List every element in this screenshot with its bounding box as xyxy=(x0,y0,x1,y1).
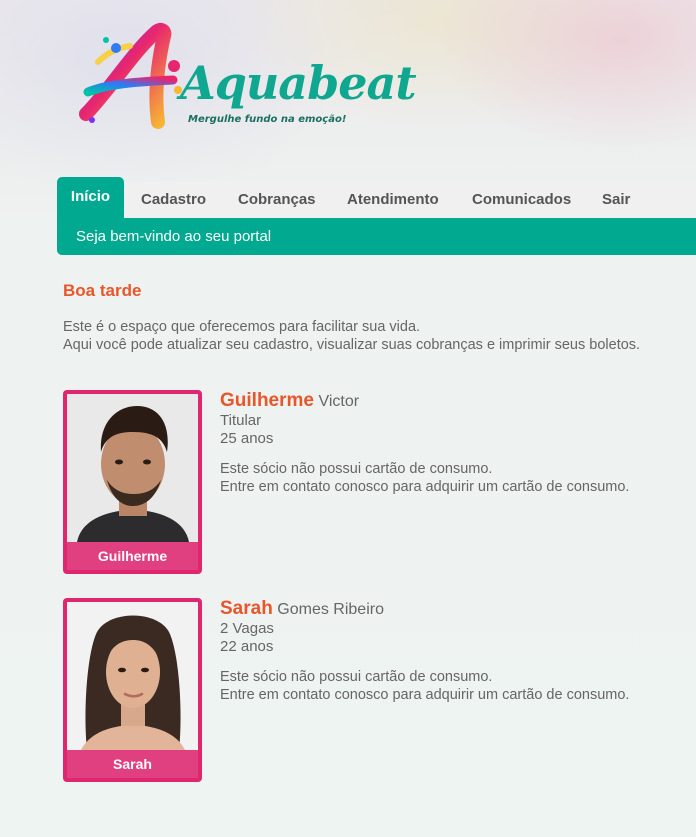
member-photo xyxy=(67,394,198,542)
intro-line-2: Aqui você pode atualizar seu cadastro, v… xyxy=(63,337,641,353)
logo-a-mark-icon xyxy=(79,22,182,129)
tab-inicio[interactable]: Início xyxy=(57,177,124,218)
tab-comunicados[interactable]: Comunicados xyxy=(472,182,571,218)
person-photo-icon xyxy=(67,394,198,542)
member-last-name: Victor xyxy=(318,393,360,410)
member-age: 22 anos xyxy=(220,638,274,655)
brand-name: Aquabeat xyxy=(180,56,417,110)
greeting-heading: Boa tarde xyxy=(63,281,142,300)
member-name: Sarah Gomes Ribeiro xyxy=(220,598,629,620)
intro-text: Este é o espaço que oferecemos para faci… xyxy=(63,318,640,354)
member-age: 25 anos xyxy=(220,430,274,447)
member-card: Sarah Sarah Gomes Ribeiro 2 Vagas 22 ano… xyxy=(63,598,683,783)
person-photo-icon xyxy=(67,602,198,750)
member-card-note: Este sócio não possui cartão de consumo.… xyxy=(220,460,629,496)
brand-tagline: Mergulhe fundo na emoção! xyxy=(188,114,347,125)
member-first-name: Sarah xyxy=(220,598,273,619)
member-note-line-1: Este sócio não possui cartão de consumo. xyxy=(220,669,493,685)
member-first-name: Guilherme xyxy=(220,390,314,411)
member-name: Guilherme Victor xyxy=(220,390,629,412)
member-note-line-1: Este sócio não possui cartão de consumo. xyxy=(220,461,493,477)
member-note-line-2: Entre em contato conosco para adquirir u… xyxy=(220,687,630,703)
welcome-message: Seja bem-vindo ao seu portal xyxy=(76,228,272,245)
member-card-note: Este sócio não possui cartão de consumo.… xyxy=(220,668,629,704)
member-info: Guilherme Victor Titular 25 anos Este só… xyxy=(220,390,629,496)
member-caption: Guilherme xyxy=(97,548,168,564)
member-last-name: Gomes Ribeiro xyxy=(277,601,384,618)
brand-logo[interactable]: Aquabeat Mergulhe fundo na emoção! xyxy=(78,22,417,137)
member-card: Guilherme Guilherme Victor Titular 25 an… xyxy=(63,390,683,575)
member-photo-frame[interactable]: Guilherme xyxy=(63,390,202,574)
member-role: Titular xyxy=(220,412,262,429)
member-info: Sarah Gomes Ribeiro 2 Vagas 22 anos Este… xyxy=(220,598,629,704)
tab-sair[interactable]: Sair xyxy=(602,182,630,218)
tab-cadastro[interactable]: Cadastro xyxy=(141,182,206,218)
intro-line-1: Este é o espaço que oferecemos para faci… xyxy=(63,319,421,335)
welcome-bar: Seja bem-vindo ao seu portal xyxy=(57,218,696,255)
tab-cobrancas[interactable]: Cobranças xyxy=(238,182,316,218)
member-role: 2 Vagas xyxy=(220,620,274,637)
member-caption: Sarah xyxy=(113,756,152,772)
member-photo-frame[interactable]: Sarah xyxy=(63,598,202,782)
member-note-line-2: Entre em contato conosco para adquirir u… xyxy=(220,479,630,495)
tab-atendimento[interactable]: Atendimento xyxy=(347,182,439,218)
main-nav: Início Cadastro Cobranças Atendimento Co… xyxy=(57,177,696,255)
member-photo xyxy=(67,602,198,750)
